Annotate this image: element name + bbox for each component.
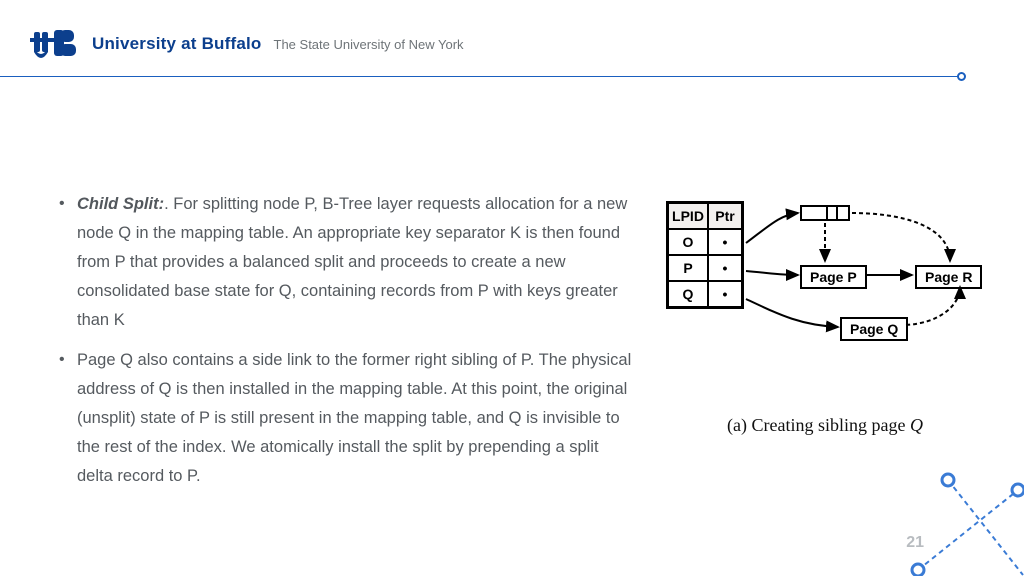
decorative-cross-icon <box>908 460 1024 576</box>
table-row: O <box>668 229 708 255</box>
table-row: P <box>668 255 708 281</box>
table-row: Q <box>668 281 708 307</box>
table-header: Ptr <box>708 203 742 229</box>
caption-variable: Q <box>910 415 923 435</box>
list-item: Child Split:. For splitting node P, B-Tr… <box>55 190 635 334</box>
bullet-lead: Child Split: <box>77 195 164 213</box>
ptr-cell: • <box>708 229 742 255</box>
header-divider <box>0 76 960 77</box>
mapping-table: LPID Ptr O • P • Q • <box>666 201 744 309</box>
delta-record-icon <box>800 205 850 221</box>
page-box-q: Page Q <box>840 317 908 341</box>
ptr-cell: • <box>708 281 742 307</box>
table-header: LPID <box>668 203 708 229</box>
diagram: LPID Ptr O • P • Q • Page P <box>660 195 990 436</box>
slide-header: University at Buffalo The State Universi… <box>30 24 464 64</box>
bullet-text: Page Q also contains a side link to the … <box>77 351 631 485</box>
bullet-list: Child Split:. For splitting node P, B-Tr… <box>55 190 635 503</box>
university-subtitle: The State University of New York <box>274 37 464 52</box>
page-box-r: Page R <box>915 265 982 289</box>
ptr-cell: • <box>708 255 742 281</box>
list-item: Page Q also contains a side link to the … <box>55 346 635 490</box>
bullet-text: . For splitting node P, B-Tree layer req… <box>77 195 627 329</box>
page-box-p: Page P <box>800 265 867 289</box>
caption-text: (a) Creating sibling page <box>727 415 910 435</box>
university-name: University at Buffalo <box>92 34 262 54</box>
ub-logo-icon <box>30 24 86 64</box>
header-divider-dot-icon <box>957 72 966 81</box>
figure-caption: (a) Creating sibling page Q <box>660 415 990 436</box>
